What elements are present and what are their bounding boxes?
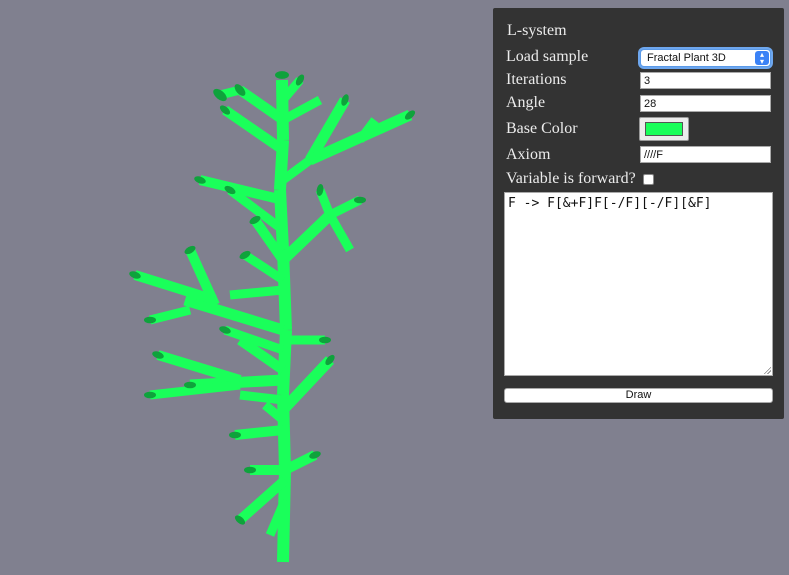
- plant-branch: [326, 212, 354, 253]
- resize-grip-icon[interactable]: [763, 366, 771, 374]
- plant-branch: [279, 211, 334, 264]
- plant-branch: [148, 305, 192, 325]
- base-color-picker[interactable]: [639, 117, 689, 141]
- plant-branch-tip: [319, 336, 331, 344]
- plant-branch: [234, 425, 284, 440]
- fractal-plant: [129, 71, 416, 563]
- panel-title: L-system: [507, 22, 567, 39]
- axiom-label: Axiom: [506, 146, 551, 163]
- plant-branch: [239, 390, 284, 405]
- plant-branch: [183, 294, 285, 336]
- plant-branch: [156, 350, 242, 385]
- plant-branch-tip: [275, 71, 289, 79]
- forward-checkbox[interactable]: [643, 174, 654, 185]
- plant-branch-tip: [144, 391, 156, 399]
- base-color-label: Base Color: [506, 120, 578, 137]
- load-sample-value: Fractal Plant 3D: [647, 52, 726, 64]
- plant-branch: [327, 195, 363, 220]
- draw-button[interactable]: Draw: [504, 388, 773, 403]
- plant-branch-tip: [244, 466, 256, 474]
- lsystem-panel: L-system Load sample Fractal Plant 3D ▴ ▾…: [493, 8, 784, 419]
- base-color-swatch: [645, 122, 683, 136]
- iterations-label: Iterations: [506, 71, 567, 88]
- load-sample-select[interactable]: Fractal Plant 3D ▴ ▾: [640, 49, 771, 67]
- plant-branch: [229, 285, 284, 300]
- plant-branch-tip: [184, 381, 196, 389]
- plant-branch-tip: [354, 196, 366, 204]
- rules-textarea[interactable]: F -> F[&+F]F[-/F][-/F][&F]: [504, 192, 773, 376]
- iterations-input[interactable]: 3: [640, 72, 771, 89]
- plant-branch: [276, 79, 289, 141]
- angle-input[interactable]: 28: [640, 95, 771, 112]
- angle-label: Angle: [506, 94, 546, 111]
- select-arrows-icon: ▴ ▾: [755, 51, 769, 66]
- load-sample-label: Load sample: [506, 48, 589, 65]
- plant-branch-tip: [144, 316, 156, 324]
- rules-text: F -> F[&+F]F[-/F][-/F][&F]: [508, 196, 712, 211]
- forward-label: Variable is forward?: [506, 170, 636, 187]
- plant-branch: [280, 96, 323, 124]
- plant-branch-tip: [229, 431, 241, 439]
- axiom-input[interactable]: ////F: [640, 146, 771, 163]
